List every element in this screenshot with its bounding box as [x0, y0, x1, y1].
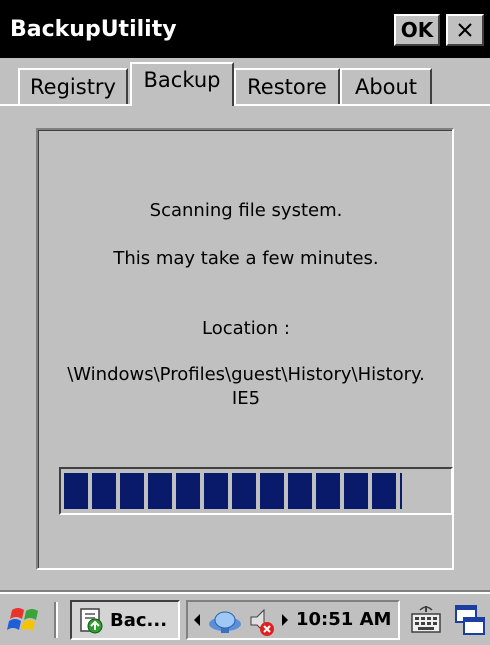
scan-status-text: Scanning file system.	[149, 200, 343, 221]
tab-strip: Registry Backup Restore About	[0, 58, 490, 106]
progress-bar	[59, 467, 453, 515]
progress-fill	[64, 473, 402, 509]
location-path-line2: IE5	[231, 388, 261, 409]
taskbar-app-button[interactable]: Bac...	[70, 600, 180, 640]
device-screen: BackupUtility OK Registry Backup Restore…	[0, 0, 490, 645]
location-label: Location :	[202, 318, 290, 339]
switch-windows-button[interactable]	[452, 600, 488, 640]
tab-backup[interactable]: Backup	[130, 62, 234, 106]
windows-flag-icon	[7, 608, 38, 631]
close-button[interactable]	[446, 14, 484, 46]
network-icon[interactable]	[206, 606, 244, 636]
taskbar-app-label: Bac...	[110, 609, 168, 631]
location-path: \Windows\Profiles\guest\History\History.…	[9, 363, 483, 411]
clock[interactable]: 10:51 AM	[296, 609, 391, 630]
chevron-left-icon[interactable]	[192, 613, 202, 627]
title-bar: BackupUtility OK	[0, 0, 490, 58]
taskbar: Bac... 10:51 AM	[0, 594, 490, 645]
tab-registry[interactable]: Registry	[18, 68, 128, 104]
tab-baseline	[232, 104, 490, 106]
tab-baseline	[0, 104, 132, 106]
start-button[interactable]	[4, 600, 48, 640]
location-path-line1: \Windows\Profiles\guest\History\History.	[67, 364, 425, 385]
wait-notice-text: This may take a few minutes.	[113, 248, 379, 269]
window-title: BackupUtility	[10, 17, 177, 42]
keyboard-button[interactable]	[408, 600, 444, 640]
volume-muted-icon[interactable]	[248, 605, 278, 639]
close-icon	[458, 23, 472, 37]
switch-windows-icon	[455, 605, 485, 635]
keyboard-icon	[411, 606, 441, 633]
tab-about[interactable]: About	[340, 68, 432, 104]
backup-app-icon	[80, 608, 103, 634]
status-panel-inner: Scanning file system. This may take a fe…	[38, 130, 453, 568]
status-panel: Scanning file system. This may take a fe…	[36, 128, 454, 570]
system-tray: 10:51 AM	[186, 600, 400, 640]
tab-restore[interactable]: Restore	[234, 68, 340, 104]
chevron-right-icon[interactable]	[280, 613, 290, 627]
ok-button[interactable]: OK	[394, 14, 440, 46]
taskbar-divider	[54, 602, 58, 638]
